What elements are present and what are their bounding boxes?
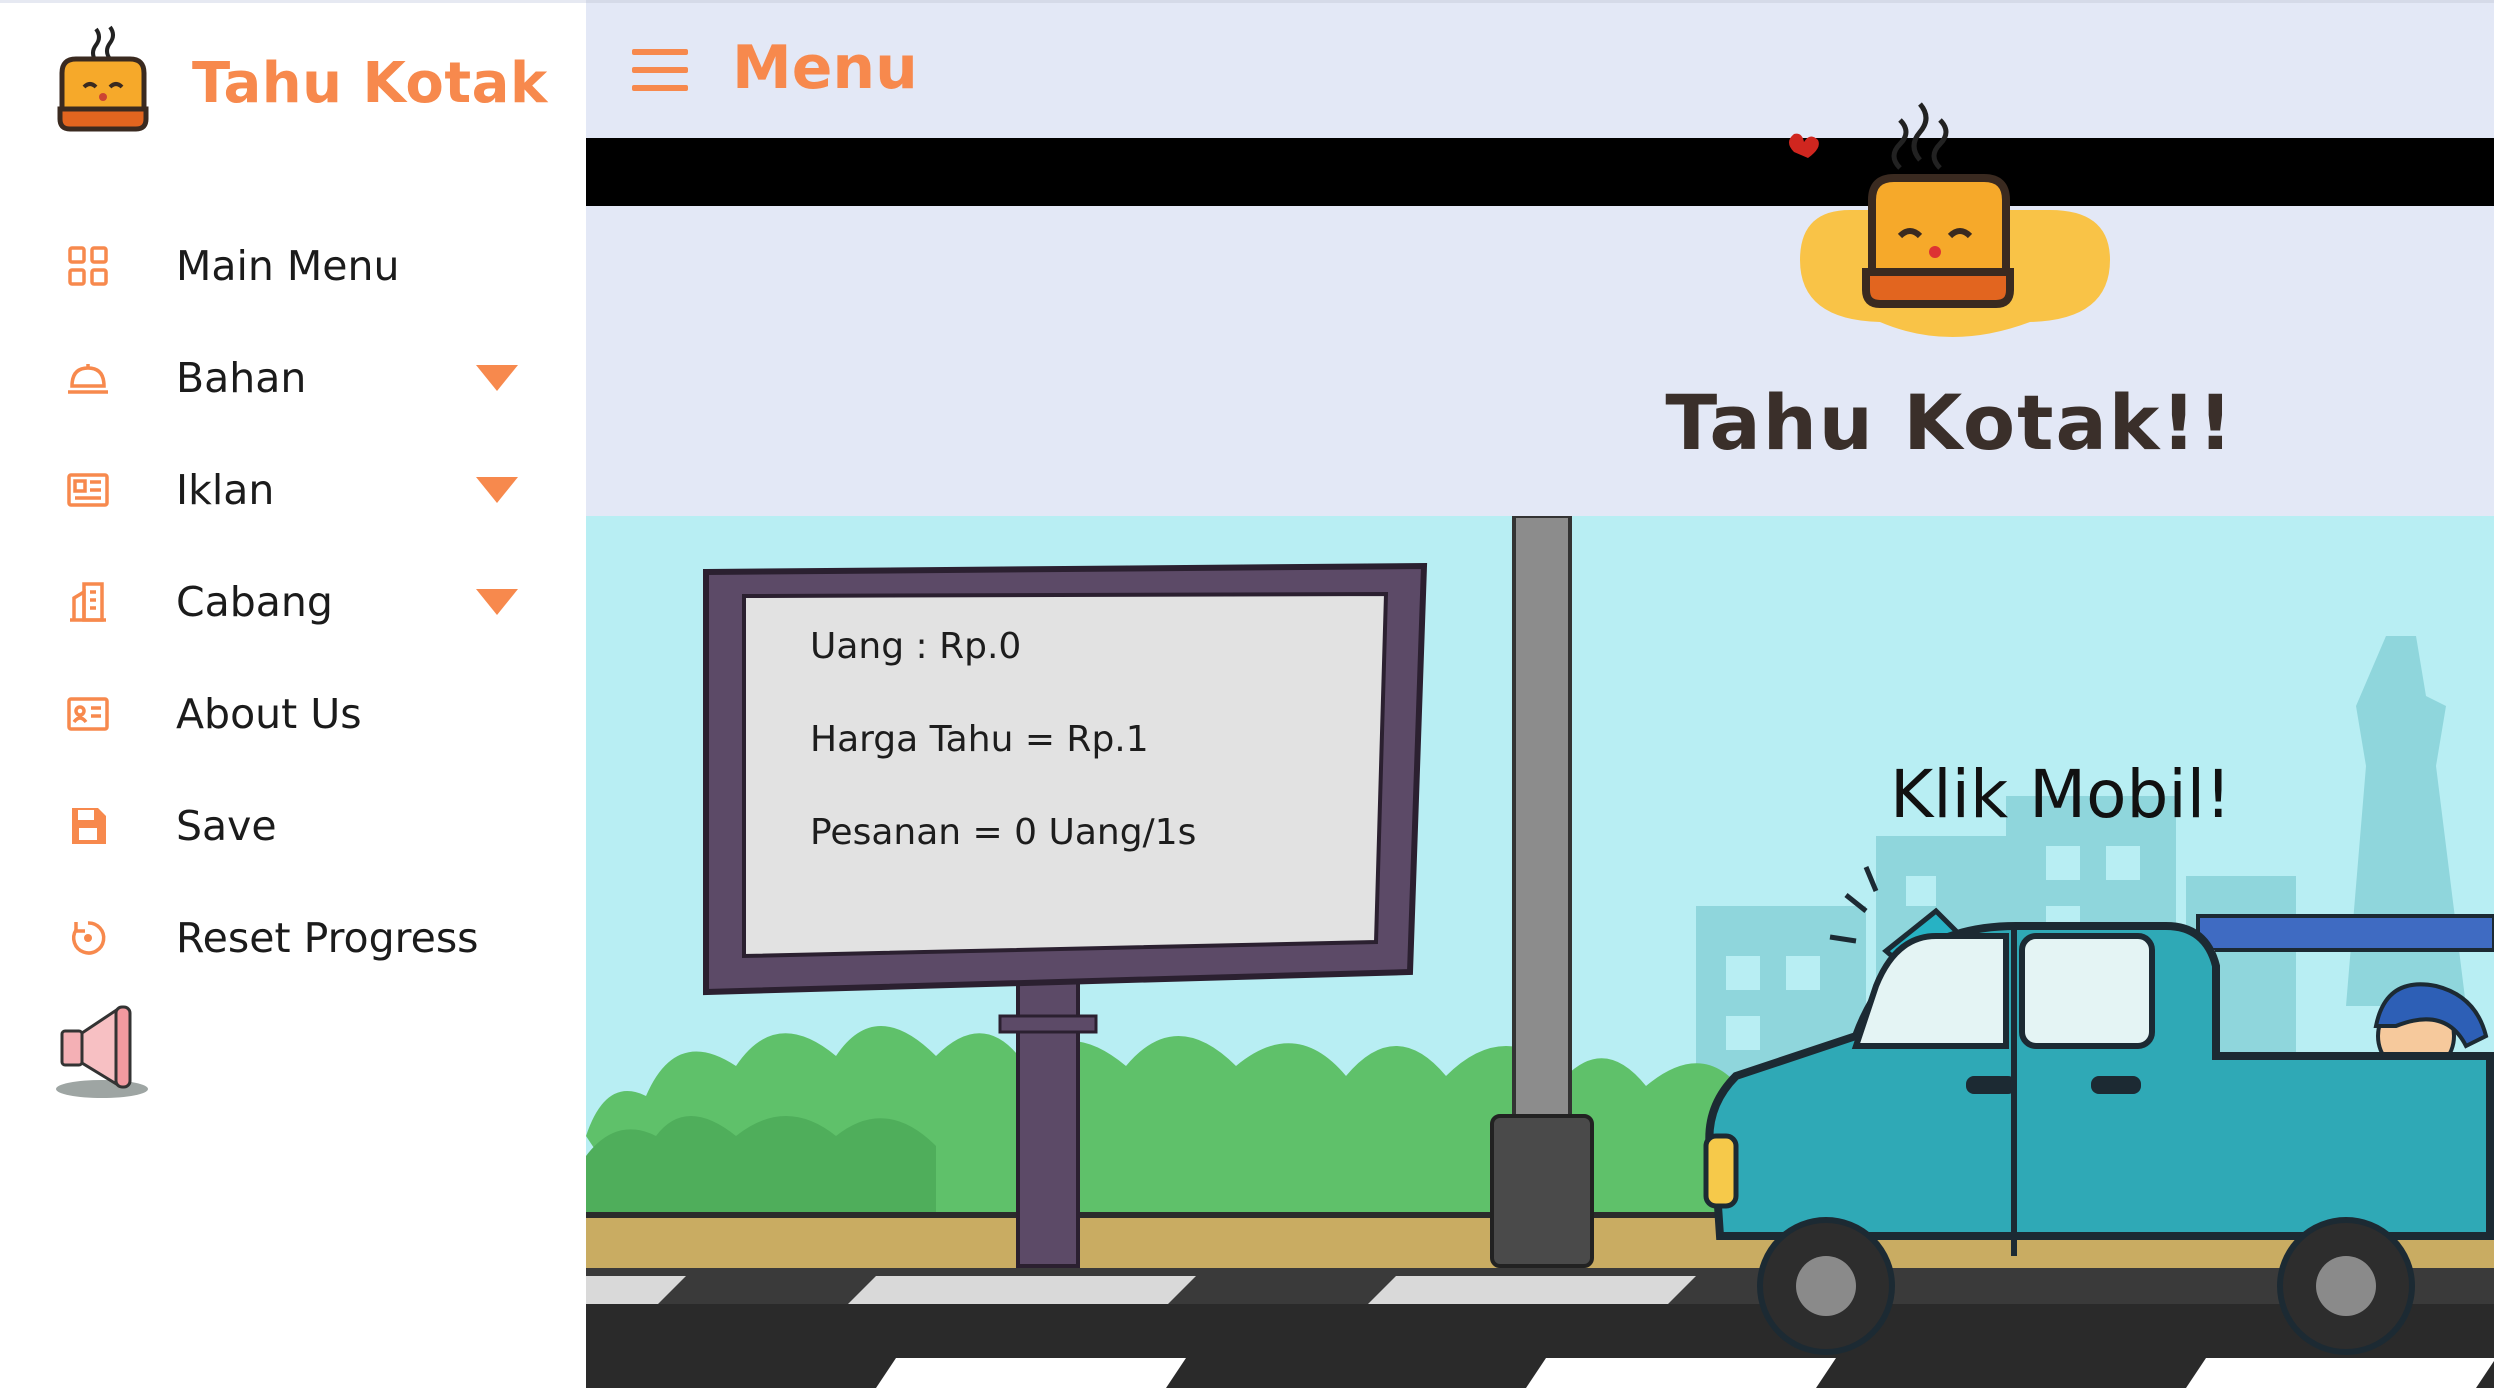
sidebar-item-label: Reset Progress: [176, 914, 479, 962]
tofu-price-label: Harga Tahu = Rp.1: [810, 719, 1149, 760]
hero-title: Tahu Kotak!!: [1665, 378, 2235, 467]
tofu-logo-icon: [57, 25, 149, 132]
car-click-target[interactable]: [1706, 906, 2494, 1366]
sidebar-item-cabang[interactable]: Cabang: [0, 554, 586, 650]
brand-name: Tahu Kotak: [192, 50, 548, 116]
menu-title: Menu: [732, 33, 918, 103]
sidebar-item-label: Bahan: [176, 354, 307, 402]
sidebar-item-label: Save: [176, 802, 277, 850]
chevron-down-icon[interactable]: [474, 363, 520, 393]
black-banner: [586, 138, 2494, 206]
chevron-down-icon[interactable]: [474, 587, 520, 617]
money-label: Uang : Rp.0: [810, 626, 1022, 667]
orders-rate-label: Pesanan = 0 Uang/1s: [810, 812, 1197, 853]
game-scene: Uang : Rp.0 Harga Tahu = Rp.1 Pesanan = …: [586, 516, 2494, 1388]
hamburger-icon[interactable]: [630, 45, 690, 95]
sidebar-item-label: Cabang: [176, 578, 333, 626]
sidebar-item-label: About Us: [176, 690, 362, 738]
chevron-down-icon[interactable]: [474, 475, 520, 505]
sidebar-item-save[interactable]: Save: [0, 778, 586, 874]
building-icon: [70, 582, 106, 622]
cloche-icon: [68, 364, 108, 394]
top-bar: Menu: [586, 0, 2494, 138]
reset-icon: [71, 921, 106, 955]
header-area: [586, 206, 2494, 516]
sidebar-item-iklan[interactable]: Iklan: [0, 442, 586, 538]
brand: Tahu Kotak: [48, 13, 548, 153]
floppy-disk-icon: [72, 808, 106, 844]
sidebar-item-main-menu[interactable]: Main Menu: [0, 218, 586, 314]
sidebar-item-reset-progress[interactable]: Reset Progress: [0, 890, 586, 986]
click-car-prompt: Klik Mobil!: [1890, 756, 2232, 833]
tofu-mascot-icon: [1789, 102, 2110, 337]
id-card-icon: [67, 697, 109, 731]
sidebar: Tahu Kotak Main Menu Bahan Iklan Cabang …: [0, 0, 586, 1388]
megaphone-icon[interactable]: [54, 1001, 158, 1101]
grid-icon: [68, 246, 108, 286]
sidebar-item-label: Main Menu: [176, 242, 400, 290]
sidebar-item-label: Iklan: [176, 466, 275, 514]
billboard-stats: Uang : Rp.0 Harga Tahu = Rp.1 Pesanan = …: [810, 626, 1196, 905]
newspaper-icon: [67, 473, 109, 507]
sidebar-item-bahan[interactable]: Bahan: [0, 330, 586, 426]
sidebar-item-about-us[interactable]: About Us: [0, 666, 586, 762]
